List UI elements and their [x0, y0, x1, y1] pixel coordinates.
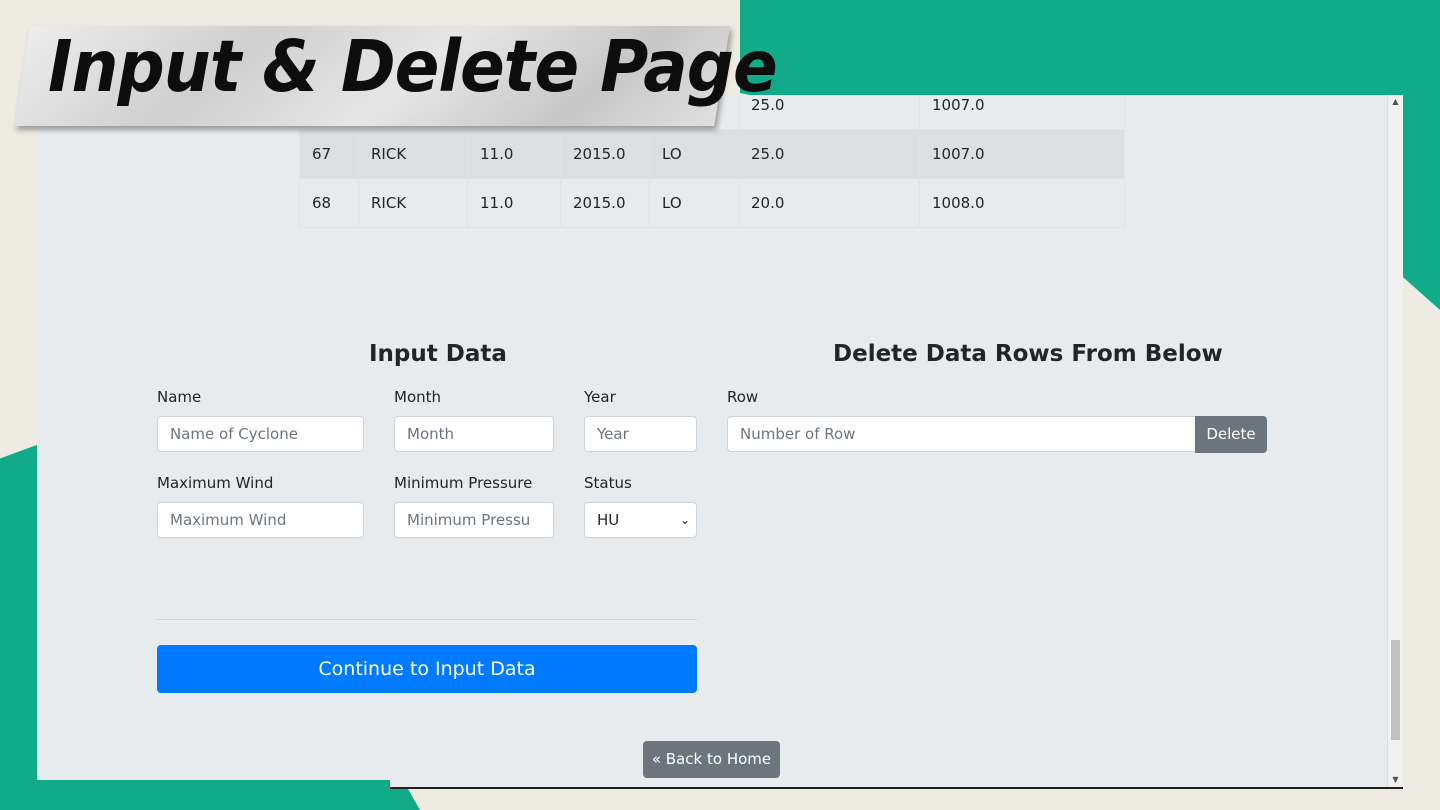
- browser-content: 25.0 1007.0 67 RICK 11.0 2015.0 LO 25.0 1007.0 68…: [37, 95, 1403, 789]
- table-cell: LO: [649, 178, 739, 228]
- month-input[interactable]: [394, 416, 554, 452]
- table-cell: 67: [299, 129, 359, 179]
- table-cell: 2015.0: [560, 129, 650, 179]
- status-label: Status: [584, 474, 632, 492]
- background-decoration-bottom: [0, 780, 390, 810]
- form-divider: [157, 619, 697, 620]
- table-cell: 25.0: [738, 129, 920, 179]
- pressure-input[interactable]: [394, 502, 554, 538]
- table-cell: 1007.0: [919, 129, 1125, 179]
- input-data-title: Input Data: [369, 341, 507, 367]
- scroll-thumb[interactable]: [1391, 640, 1400, 740]
- delete-button[interactable]: Delete: [1195, 416, 1267, 453]
- table-cell: 11.0: [467, 129, 561, 179]
- name-label: Name: [157, 388, 202, 406]
- status-value: HU: [597, 511, 620, 529]
- wind-input[interactable]: [157, 502, 364, 538]
- continue-input-button[interactable]: Continue to Input Data: [157, 645, 697, 693]
- table-cell: LO: [649, 129, 739, 179]
- wind-label: Maximum Wind: [157, 474, 274, 492]
- name-input[interactable]: [157, 416, 364, 452]
- table-cell: 20.0: [738, 178, 920, 228]
- row-number-input[interactable]: [727, 416, 1197, 452]
- table-cell: 11.0: [467, 178, 561, 228]
- scroll-up-arrow-icon[interactable]: ▲: [1388, 95, 1403, 109]
- vertical-scrollbar[interactable]: ▲ ▼: [1387, 95, 1403, 787]
- year-label: Year: [584, 388, 616, 406]
- page-title: Input & Delete Page: [48, 24, 778, 109]
- table-row: 68 RICK 11.0 2015.0 LO 20.0 1008.0: [299, 178, 1125, 228]
- status-select[interactable]: HU ⌄: [584, 502, 697, 538]
- row-label: Row: [727, 388, 759, 406]
- table-cell: 68: [299, 178, 359, 228]
- table-cell: RICK: [358, 129, 468, 179]
- table-cell: 1008.0: [919, 178, 1125, 228]
- delete-data-title: Delete Data Rows From Below: [833, 341, 1223, 367]
- year-input[interactable]: [584, 416, 697, 452]
- table-cell: 1007.0: [919, 95, 1125, 130]
- pressure-label: Minimum Pressure: [394, 474, 533, 492]
- scroll-down-arrow-icon[interactable]: ▼: [1388, 773, 1403, 787]
- table-cell: RICK: [358, 178, 468, 228]
- month-label: Month: [394, 388, 442, 406]
- chevron-down-icon: ⌄: [679, 513, 690, 527]
- back-to-home-button[interactable]: « Back to Home: [643, 741, 780, 778]
- table-row: 67 RICK 11.0 2015.0 LO 25.0 1007.0: [299, 129, 1125, 179]
- table-cell: 2015.0: [560, 178, 650, 228]
